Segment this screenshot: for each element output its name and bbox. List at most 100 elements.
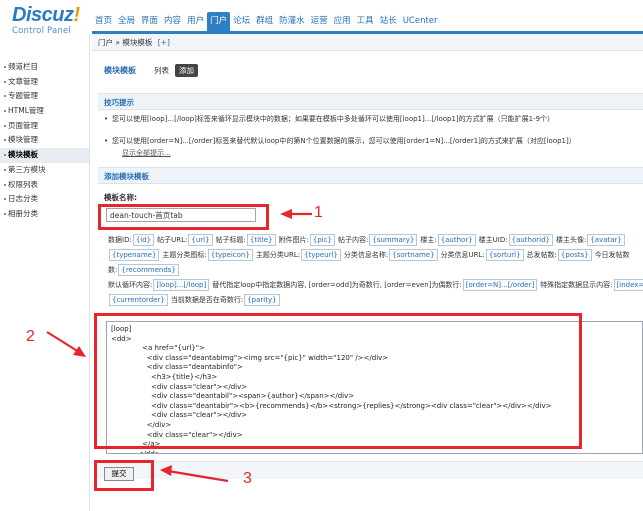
variable-label: 附件图片: bbox=[278, 236, 309, 244]
variable-tag[interactable]: {recommends} bbox=[118, 264, 179, 276]
variable-tag[interactable]: {typename} bbox=[109, 249, 160, 261]
nav-item[interactable]: 界面 bbox=[138, 12, 161, 31]
variable-tag[interactable]: {url} bbox=[188, 234, 213, 246]
tip-item: 您可以使用[order=N]...[/order]标签来替代默认loop中的第N… bbox=[104, 134, 643, 149]
nav-item[interactable]: 防灌水 bbox=[276, 12, 308, 31]
variable-label: 主题分类URL: bbox=[255, 251, 301, 259]
variable-reference: 数据ID: {id} 帖子URL: {url} 帖子标题: {title} 附件图片: {pi… bbox=[108, 233, 643, 308]
sidebar-item[interactable]: 相册分类 bbox=[0, 207, 89, 222]
header: Discuz! Control Panel 首页 全局 界面 内容 用户 门户 论坛 群组 防灌… bbox=[0, 0, 643, 36]
variable-tag[interactable]: {pic} bbox=[309, 234, 336, 246]
sidebar-item[interactable]: HTML管理 bbox=[0, 104, 89, 119]
variable-tag[interactable]: [index=N] bbox=[613, 279, 643, 291]
nav-item[interactable]: 内容 bbox=[161, 12, 184, 31]
sidebar-item[interactable]: 第三方模块 bbox=[0, 163, 89, 178]
nav-item[interactable]: 站长 bbox=[377, 12, 400, 31]
variable-label: 替代指定loop中指定数据内容, [order=odd]为奇数行, [order… bbox=[212, 281, 462, 289]
annotation-box-3 bbox=[94, 460, 154, 491]
variable-label: 帖子标题: bbox=[215, 236, 246, 244]
variable-tag[interactable]: {parity} bbox=[244, 294, 280, 306]
variable-label: 分类信息名称: bbox=[343, 251, 389, 259]
nav-item[interactable]: UCenter bbox=[400, 12, 441, 31]
variable-label: 当前数据是否在奇数行: bbox=[170, 296, 244, 304]
variable-line: 数据ID: {id} 帖子URL: {url} 帖子标题: {title} 附件图片: {pi… bbox=[108, 233, 643, 248]
form-section-heading: 添加模块模板 bbox=[98, 167, 643, 184]
tab-list[interactable]: 列表 bbox=[154, 65, 169, 76]
variable-label: 主题分类图标: bbox=[162, 251, 207, 259]
variable-tag[interactable]: {sorturl} bbox=[485, 249, 524, 261]
variable-tag[interactable]: {posts} bbox=[557, 249, 592, 261]
variable-tag[interactable]: {author} bbox=[437, 234, 476, 246]
sidebar-item[interactable]: 模块模板 bbox=[0, 148, 89, 163]
nav-item[interactable]: 全局 bbox=[115, 12, 138, 31]
sidebar-item[interactable]: 专题管理 bbox=[0, 89, 89, 104]
variable-label: 数: bbox=[108, 266, 118, 274]
variable-line: {typename} 主题分类图标: {typeicon} 主题分类URL: {type… bbox=[108, 248, 643, 263]
variable-tag[interactable]: {title} bbox=[246, 234, 276, 246]
sidebar-item[interactable]: 模块管理 bbox=[0, 133, 89, 148]
sidebar-divider bbox=[89, 34, 90, 511]
annotation-number-2: 2 bbox=[26, 328, 35, 345]
sidebar-item[interactable]: 频道栏目 bbox=[0, 60, 89, 75]
section-title: 模块模板 bbox=[104, 66, 136, 75]
top-navigation: 首页 全局 界面 内容 用户 门户 论坛 群组 防灌水 运营 应用 工具 站长 UCenter bbox=[92, 12, 441, 31]
variable-tag[interactable]: [loop]...[/loop] bbox=[153, 279, 210, 291]
nav-item[interactable]: 用户 bbox=[184, 12, 207, 31]
variable-tag[interactable]: {id} bbox=[132, 234, 155, 246]
variable-tag[interactable]: {avatar} bbox=[587, 234, 625, 246]
variable-label: 楼主头像: bbox=[555, 236, 587, 244]
nav-item[interactable]: 首页 bbox=[92, 12, 115, 31]
variable-label: 楼主: bbox=[420, 236, 437, 244]
logo-text: Discuz! bbox=[12, 4, 80, 26]
variable-tag[interactable]: {typeurl} bbox=[301, 249, 341, 261]
sidebar-item[interactable]: 权限列表 bbox=[0, 178, 89, 193]
breadcrumb-text: 门户 » 模块模板 bbox=[98, 38, 153, 47]
sidebar: 频道栏目 文章管理 专题管理 HTML管理 页面管理 模块管理 模块模板 第三方模块 权限列表日… bbox=[0, 60, 89, 222]
tips-list: 您可以使用[loop]...[/loop]标签来循环显示模块中的数据；如果要在模… bbox=[104, 112, 643, 149]
code-line: </dd> bbox=[111, 449, 161, 454]
variable-tag[interactable]: {currentorder} bbox=[109, 294, 168, 306]
sub-tabs: 模块模板 列表 添加 bbox=[104, 64, 204, 77]
sidebar-item[interactable]: 日志分类 bbox=[0, 192, 89, 207]
nav-item[interactable]: 运营 bbox=[308, 12, 331, 31]
logo[interactable]: Discuz! Control Panel bbox=[12, 5, 80, 36]
annotation-number-1: 1 bbox=[314, 204, 323, 221]
variable-label: 总发帖数: bbox=[526, 251, 557, 259]
variable-line: {currentorder} 当前数据是否在奇数行: {parity} bbox=[108, 293, 643, 308]
variable-label: 默认循环内容: bbox=[108, 281, 153, 289]
annotation-box-2 bbox=[94, 313, 582, 449]
annotation-number-3: 3 bbox=[243, 470, 252, 487]
nav-item[interactable]: 应用 bbox=[331, 12, 354, 31]
tip-item: 您可以使用[loop]...[/loop]标签来循环显示模块中的数据；如果要在模… bbox=[104, 112, 643, 127]
nav-item[interactable]: 论坛 bbox=[230, 12, 253, 31]
variable-label: 数据ID: bbox=[108, 236, 132, 244]
nav-item[interactable]: 门户 bbox=[207, 12, 231, 31]
submit-row bbox=[98, 461, 643, 479]
template-name-label: 模板名称: bbox=[104, 193, 137, 202]
sidebar-item[interactable]: 文章管理 bbox=[0, 75, 89, 90]
variable-label: 特殊指定数据显示内容: bbox=[540, 281, 613, 289]
variable-tag[interactable]: {authorid} bbox=[508, 234, 553, 246]
variable-tag[interactable]: {summary} bbox=[369, 234, 418, 246]
variable-label: 帖子URL: bbox=[157, 236, 188, 244]
tips-heading[interactable]: 技巧提示 bbox=[98, 93, 643, 110]
variable-tag[interactable]: [order=N]...[/order] bbox=[462, 279, 538, 291]
nav-item[interactable]: 工具 bbox=[354, 12, 377, 31]
variable-line: 默认循环内容: [loop]...[/loop] 替代指定loop中指定数据内容, … bbox=[108, 278, 643, 293]
variable-tag[interactable]: {sortname} bbox=[389, 249, 438, 261]
logo-subtitle: Control Panel bbox=[12, 26, 71, 36]
variable-label: 分类信息URL: bbox=[440, 251, 485, 259]
nav-item[interactable]: 群组 bbox=[253, 12, 276, 31]
add-shortcut-link[interactable]: [+] bbox=[158, 38, 170, 47]
sidebar-item[interactable]: 页面管理 bbox=[0, 119, 89, 134]
variable-line: 数: {recommends} bbox=[108, 263, 643, 278]
tab-add[interactable]: 添加 bbox=[175, 64, 198, 77]
breadcrumb: 门户 » 模块模板 [+] bbox=[92, 34, 643, 51]
variable-label: 帖子内容: bbox=[338, 236, 369, 244]
show-all-tips-link[interactable]: 显示全部提示... bbox=[122, 148, 171, 158]
variable-label: 楼主UID: bbox=[478, 236, 508, 244]
annotation-box-1 bbox=[98, 204, 269, 230]
variable-tag[interactable]: {typeicon} bbox=[207, 249, 253, 261]
admin-page: Discuz! Control Panel 首页 全局 界面 内容 用户 门户 论坛 群组 防灌… bbox=[0, 0, 643, 511]
variable-label: 今日发帖数 bbox=[594, 251, 630, 259]
